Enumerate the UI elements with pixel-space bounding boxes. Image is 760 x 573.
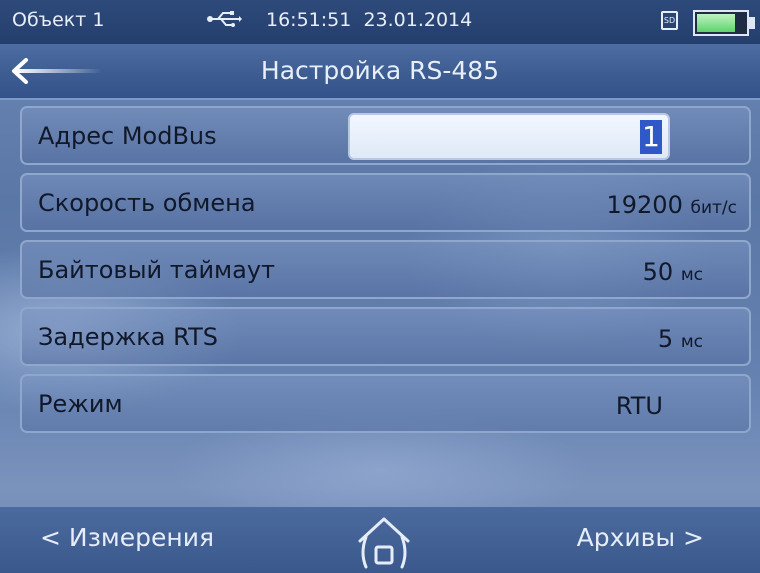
modbus-address-value: 1 <box>640 120 662 154</box>
object-name: Объект 1 <box>12 9 105 31</box>
clock: 16:51:51 23.01.2014 <box>266 9 472 31</box>
row-modbus-address[interactable]: Адрес ModBus 1 <box>20 106 751 165</box>
row-byte-timeout[interactable]: Байтовый таймаут 50 мс <box>20 240 751 299</box>
page-title: Настройка RS-485 <box>260 56 500 85</box>
time-text: 16:51:51 <box>266 9 352 31</box>
byte-timeout-value: 50 мс <box>643 258 703 286</box>
row-rts-delay[interactable]: Задержка RTS 5 мс <box>20 307 751 366</box>
sd-card-icon: SD <box>661 11 678 30</box>
battery-tip <box>749 17 755 29</box>
bottom-nav: < Измерения Архивы > <box>0 507 760 573</box>
modbus-address-label: Адрес ModBus <box>38 122 217 150</box>
rts-delay-value: 5 мс <box>658 325 703 353</box>
nav-archives-button[interactable]: Архивы > <box>577 523 704 552</box>
title-bar: Настройка RS-485 <box>0 44 760 100</box>
byte-timeout-number: 50 <box>642 258 674 286</box>
sd-label: SD <box>663 16 676 25</box>
status-bar: Объект 1 16:51:51 23.01.2014 SD <box>0 0 760 44</box>
device-screen: Объект 1 16:51:51 23.01.2014 SD Настройк… <box>0 0 760 573</box>
baud-rate-number: 19200 <box>606 191 683 219</box>
baud-rate-label: Скорость обмена <box>38 189 256 217</box>
rts-delay-label: Задержка RTS <box>38 323 218 351</box>
byte-timeout-label: Байтовый таймаут <box>38 256 276 284</box>
row-mode[interactable]: Режим RTU <box>20 374 751 433</box>
usb-icon <box>207 11 242 27</box>
nav-measurements-button[interactable]: < Измерения <box>40 523 214 552</box>
mode-value: RTU <box>615 392 663 420</box>
battery-icon <box>693 10 749 36</box>
battery-fill <box>697 14 735 32</box>
rts-delay-unit: мс <box>680 332 703 352</box>
byte-timeout-unit: мс <box>680 265 703 285</box>
date-text: 23.01.2014 <box>363 9 473 31</box>
mode-label: Режим <box>38 390 123 418</box>
rts-delay-number: 5 <box>657 325 674 353</box>
row-baud-rate[interactable]: Скорость обмена 19200 бит/с <box>20 173 751 232</box>
home-icon[interactable] <box>352 515 416 571</box>
baud-rate-unit: бит/с <box>690 198 737 218</box>
modbus-address-input[interactable]: 1 <box>348 113 670 160</box>
baud-rate-value: 19200 бит/с <box>606 191 737 219</box>
